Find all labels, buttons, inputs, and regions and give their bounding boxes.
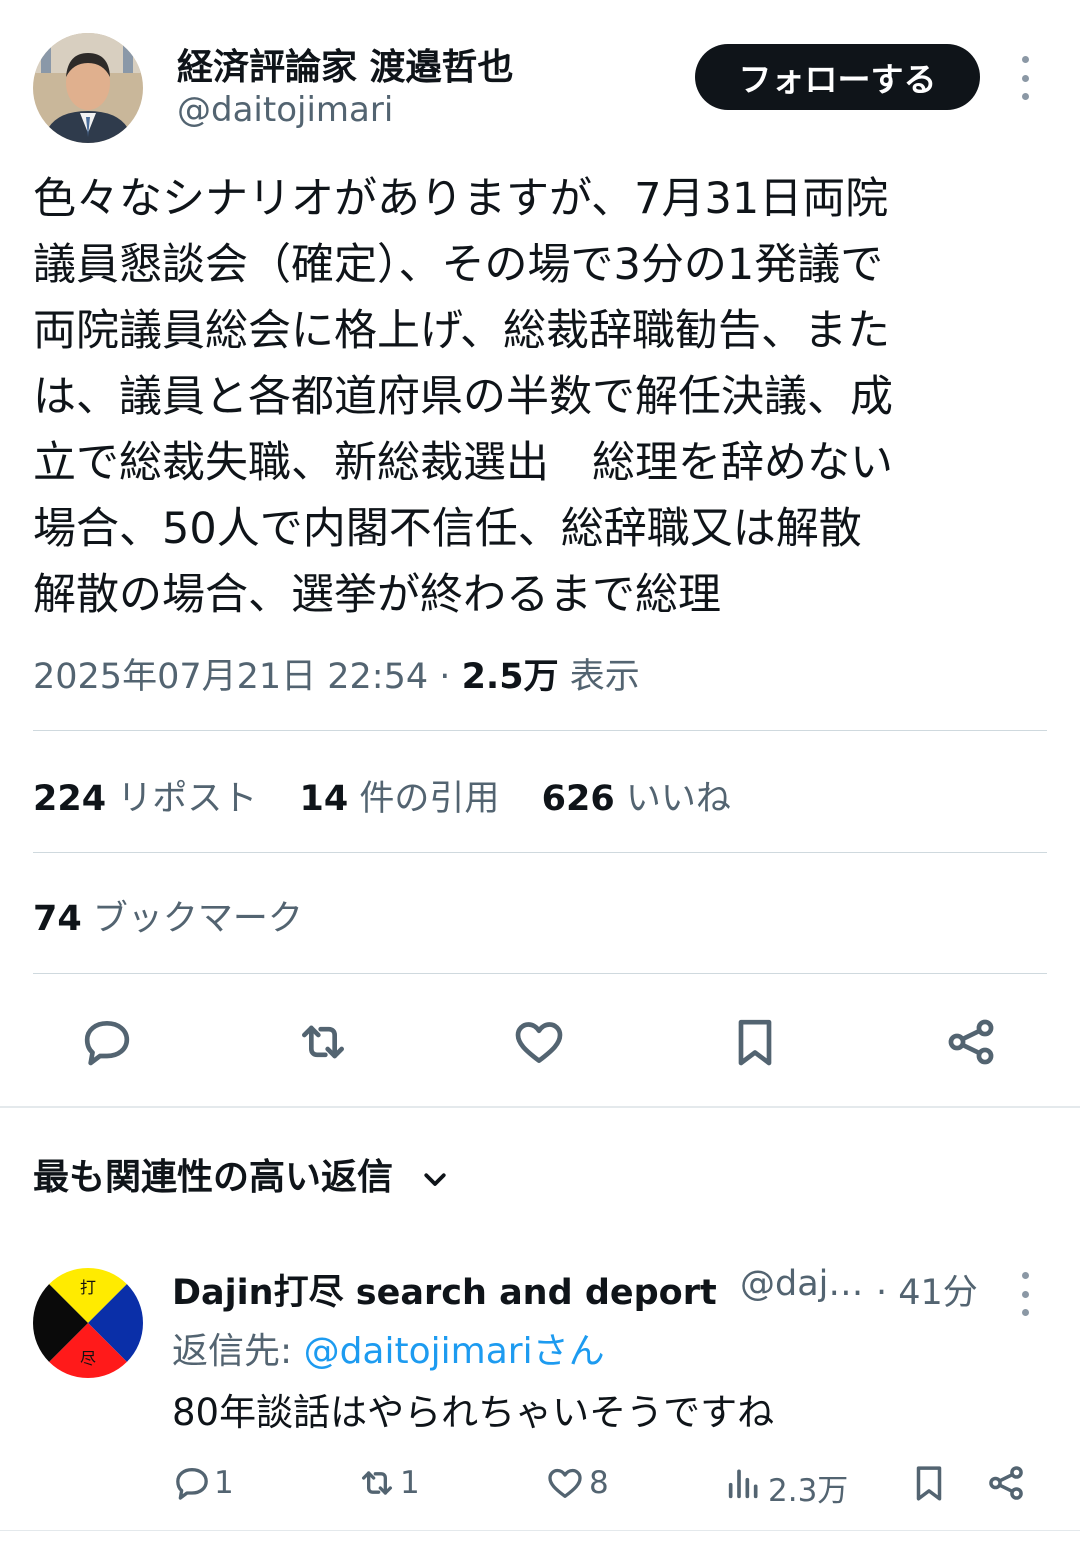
section-divider: [0, 1106, 1080, 1108]
author-name[interactable]: 経済評論家 渡邉哲也: [177, 38, 514, 90]
share-icon[interactable]: [943, 1014, 999, 1070]
reply-author-name[interactable]: Dajin打尽 search and deport: [172, 1264, 717, 1315]
divider: [33, 852, 1047, 853]
tweet-line: 色々なシナリオがありますが、7月31日両院: [33, 174, 889, 224]
reply-icon[interactable]: [79, 1014, 135, 1070]
reply-bookmark-icon[interactable]: [908, 1462, 950, 1504]
reply-to-mention[interactable]: @daitojimariさん: [304, 1331, 605, 1372]
tweet-line: は、議員と各都道府県の半数で解任決議、成: [33, 372, 893, 422]
engagement-stats: 224 リポスト 14 件の引用 626 いいね: [33, 770, 731, 821]
reply-like-icon[interactable]: [545, 1463, 585, 1503]
more-options-icon[interactable]: [1012, 56, 1038, 100]
reply-to-line: 返信先: @daitojimariさん: [172, 1322, 605, 1374]
meta-separator: ·: [439, 657, 451, 697]
reply-to-prefix: 返信先:: [172, 1331, 304, 1372]
divider: [33, 730, 1047, 731]
tweet-line: 解散の場合、選挙が終わるまで総理: [33, 570, 721, 620]
reposts-stat[interactable]: 224 リポスト: [33, 779, 257, 819]
bookmarks-label: ブックマーク: [92, 899, 303, 939]
tweet-line: 議員懇談会（確定）、その場で3分の1発議で: [33, 240, 884, 290]
repost-icon[interactable]: [294, 1014, 352, 1070]
bookmark-icon[interactable]: [727, 1014, 783, 1070]
reply-repost-icon[interactable]: [356, 1463, 398, 1503]
reply-text: 80年談話はやられちゃいそうですね: [172, 1391, 775, 1434]
reply-reply-icon[interactable]: [172, 1463, 212, 1503]
tweet-meta: 2025年07月21日 22:54 · 2.5万 表示: [33, 648, 640, 699]
avatar-char: 尽: [80, 1349, 96, 1368]
reply-time[interactable]: · 41分: [876, 1264, 978, 1315]
author-avatar[interactable]: [33, 33, 143, 143]
chevron-down-icon: [423, 1173, 446, 1186]
likes-count: 626: [541, 779, 615, 819]
follow-button[interactable]: フォローする: [695, 44, 980, 110]
quotes-label: 件の引用: [359, 779, 500, 819]
reply-replies-count: 1: [214, 1465, 234, 1501]
reply-avatar[interactable]: 打 尽: [33, 1268, 143, 1378]
quotes-stat[interactable]: 14 件の引用: [300, 779, 500, 819]
reply-author-handle[interactable]: @daj…: [740, 1264, 863, 1304]
divider: [33, 973, 1047, 974]
reply-views-count: 2.3万: [768, 1473, 849, 1509]
replies-sort-label: 最も関連性の高い返信: [33, 1157, 394, 1198]
reply-likes-count: 8: [589, 1465, 609, 1501]
reply-views-icon[interactable]: [724, 1463, 764, 1503]
reply-share-icon[interactable]: [985, 1462, 1027, 1504]
tweet-timestamp[interactable]: 2025年07月21日 22:54: [33, 657, 428, 697]
reposts-count: 224: [33, 779, 107, 819]
reply-more-options-icon[interactable]: [1012, 1272, 1038, 1316]
bookmarks-count: 74: [33, 899, 82, 939]
divider: [0, 1530, 1080, 1531]
avatar-char: 打: [80, 1278, 96, 1297]
tweet-line: 場合、50人で内閣不信任、総辞職又は解散: [33, 504, 862, 554]
tweet-line: 立で総裁失職、新総裁選出 総理を辞めない: [33, 438, 893, 488]
bookmarks-stat[interactable]: 74 ブックマーク: [33, 890, 303, 941]
like-icon[interactable]: [511, 1014, 567, 1070]
likes-label: いいね: [625, 779, 731, 819]
likes-stat[interactable]: 626 いいね: [542, 779, 731, 819]
quotes-count: 14: [299, 779, 349, 819]
reply-reposts-count: 1: [400, 1465, 420, 1501]
replies-sort-dropdown[interactable]: 最も関連性の高い返信: [33, 1148, 450, 1200]
views-label: 表示: [569, 657, 640, 697]
tweet-line: 両院議員総会に格上げ、総裁辞職勧告、また: [33, 306, 890, 356]
reposts-label: リポスト: [117, 779, 258, 819]
views-count: 2.5万: [461, 657, 559, 697]
author-handle[interactable]: @daitojimari: [177, 90, 393, 130]
tweet-text: 色々なシナリオがありますが、7月31日両院 議員懇談会（確定）、その場で3分の1…: [33, 166, 1048, 628]
